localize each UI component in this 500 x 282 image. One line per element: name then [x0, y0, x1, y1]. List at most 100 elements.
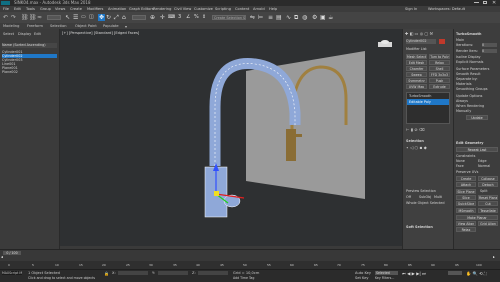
- reset-plane-button[interactable]: Reset Plane: [478, 195, 498, 200]
- preview-off-radio[interactable]: Off: [406, 195, 411, 199]
- select-and-move-icon[interactable]: ✥: [98, 14, 105, 21]
- place-icon[interactable]: ⌂: [122, 14, 129, 21]
- set-key-button[interactable]: Set Key: [355, 276, 369, 280]
- relax-geometry-button[interactable]: Relax: [456, 227, 476, 232]
- iterations-spinner[interactable]: 0: [482, 43, 497, 47]
- when-rendering-radio[interactable]: When Rendering: [456, 104, 484, 108]
- object-color-swatch[interactable]: [439, 39, 445, 44]
- selection-rollout-title[interactable]: Selection: [406, 139, 424, 143]
- render-production-icon[interactable]: ☕: [328, 14, 335, 21]
- z-coordinate-field[interactable]: [198, 271, 228, 275]
- select-by-name-icon[interactable]: ☰: [73, 14, 80, 21]
- sweep-button[interactable]: Sweep: [406, 72, 427, 77]
- spinner-snap-icon[interactable]: ⇕: [202, 14, 209, 21]
- cut-button[interactable]: Cut: [478, 201, 498, 206]
- percent-snap-icon[interactable]: %: [194, 14, 201, 21]
- snaps-toggle-icon[interactable]: 3: [178, 14, 185, 21]
- rendered-frame-window-icon[interactable]: ▣: [320, 14, 327, 21]
- manually-radio[interactable]: Manually: [456, 109, 471, 113]
- viewcube-top[interactable]: [381, 40, 389, 44]
- edit-mesh-button[interactable]: Edit Mesh: [406, 60, 427, 65]
- angle-snap-icon[interactable]: ∠: [186, 14, 193, 21]
- bind-spacewarp-icon[interactable]: ≈: [37, 14, 44, 21]
- constraint-face-radio[interactable]: Face: [456, 164, 464, 168]
- preserve-uvs-checkbox[interactable]: Preserve UVs: [456, 170, 478, 174]
- ribbon-expand-icon[interactable]: ▾: [125, 24, 129, 29]
- stack-tools-icons[interactable]: ⊢ ▮ ⊘ ⌫: [406, 127, 450, 132]
- uvw-map-button[interactable]: UVW Map: [406, 84, 427, 89]
- maximize-icon[interactable]: [483, 1, 487, 4]
- smoothing-groups-checkbox[interactable]: Smoothing Groups: [456, 87, 488, 91]
- x-coordinate-field[interactable]: [118, 271, 148, 275]
- select-and-scale-icon[interactable]: ⤢: [114, 14, 121, 21]
- reference-coordinate-dropdown[interactable]: [132, 15, 146, 20]
- make-planar-button[interactable]: Make Planar: [456, 215, 498, 220]
- keyboard-shortcut-override-icon[interactable]: ⌨: [168, 14, 175, 21]
- push-button[interactable]: Push: [429, 78, 450, 83]
- scene-tab-select[interactable]: Select: [3, 32, 14, 36]
- select-manipulate-icon[interactable]: ✛: [160, 14, 167, 21]
- quickslice-button[interactable]: QuickSlice: [456, 201, 476, 206]
- relax-button[interactable]: Relax: [429, 60, 450, 65]
- render-setup-icon[interactable]: ⚙: [312, 14, 319, 21]
- selection-filter-dropdown[interactable]: [47, 15, 61, 20]
- auto-key-button[interactable]: Auto Key: [355, 271, 371, 275]
- tessellate-button[interactable]: Tessellate: [478, 208, 498, 213]
- playback-controls[interactable]: ⏮ ◀ ▶ ▶| ⏭: [402, 271, 442, 276]
- select-object-icon[interactable]: ↖: [65, 14, 72, 21]
- app-icon[interactable]: [1, 1, 10, 5]
- preview-subobj-radio[interactable]: SubObj: [419, 195, 431, 199]
- select-and-rotate-icon[interactable]: ↻: [106, 14, 113, 21]
- scene-item[interactable]: Plane002: [2, 70, 57, 74]
- object-name-field[interactable]: Cylinder002: [406, 39, 436, 44]
- perspective-viewport[interactable]: [+] [Perspective] [Standard] [Edged Face…: [60, 29, 402, 246]
- materials-checkbox[interactable]: Materials: [456, 82, 472, 86]
- ribbon-toggle-icon[interactable]: ▤: [276, 14, 283, 21]
- collapse-button[interactable]: Collapse: [478, 176, 498, 181]
- minimize-icon[interactable]: [474, 2, 479, 3]
- soft-selection-rollout[interactable]: Soft Selection: [406, 225, 433, 229]
- constraint-edge-radio[interactable]: Edge: [478, 159, 487, 163]
- mirror-icon[interactable]: ⇋: [250, 14, 257, 21]
- slice-plane-button[interactable]: Slice Plane: [456, 189, 476, 194]
- track-bar[interactable]: 0 5 10 15 20 25 30 35 40 45 50 55 60 65 …: [0, 261, 500, 269]
- stack-item-editable-poly[interactable]: Editable Poly: [407, 99, 449, 105]
- attach-button[interactable]: Attach: [456, 182, 476, 187]
- undo-icon[interactable]: ↶: [3, 14, 10, 21]
- key-mode-dropdown[interactable]: Selected: [375, 271, 398, 275]
- timeline-prev-icon[interactable]: ◂: [1, 255, 3, 259]
- align-icon[interactable]: ⊨: [258, 14, 265, 21]
- render-iters-spinner[interactable]: 0: [482, 49, 497, 53]
- always-radio[interactable]: Always: [456, 99, 468, 103]
- shell-button[interactable]: Shell: [429, 66, 450, 71]
- key-filters-button[interactable]: Key Filters...: [375, 276, 394, 280]
- turn-to-poly-button[interactable]: Turn to Poly: [429, 54, 450, 59]
- edit-geometry-rollout[interactable]: Edit Geometry: [456, 141, 483, 145]
- pivot-center-icon[interactable]: ⊕: [150, 14, 157, 21]
- viewport-canvas[interactable]: [60, 29, 402, 246]
- preview-multi-radio[interactable]: Multi: [434, 195, 442, 199]
- rectangular-selection-icon[interactable]: ▭: [81, 14, 88, 21]
- constraint-normal-radio[interactable]: Normal: [478, 164, 490, 168]
- redo-icon[interactable]: ↷: [11, 14, 18, 21]
- scene-tab-edit[interactable]: Edit: [34, 32, 41, 36]
- maxscript-listener[interactable]: MAXScript Mi: [2, 271, 22, 275]
- gizmo-plane-handle[interactable]: [214, 191, 219, 196]
- layer-explorer-icon[interactable]: ≡: [268, 14, 275, 21]
- slice-button[interactable]: Slice: [456, 195, 476, 200]
- scene-column-header[interactable]: Name (Sorted Ascending): [2, 43, 57, 48]
- turbosmooth-title[interactable]: TurboSmooth: [456, 32, 481, 36]
- modifier-list-dropdown[interactable]: Modifier List: [406, 47, 427, 51]
- isoline-display-checkbox[interactable]: Isoline Display: [456, 55, 481, 59]
- detach-button[interactable]: Detach: [478, 182, 498, 187]
- msmooth-button[interactable]: MSmooth: [456, 208, 476, 213]
- command-panel-tabs[interactable]: ✚ ◧ ▭ ◎ ▢ ⚒: [405, 31, 451, 36]
- viewport-navigation-icons[interactable]: ✋ 🔍 ⟲ ⛶: [466, 271, 496, 276]
- add-time-tag[interactable]: Add Time Tag: [233, 276, 254, 280]
- chamfer-button[interactable]: Chamfer: [406, 66, 427, 71]
- symmetry-button[interactable]: Symmetry: [406, 78, 427, 83]
- current-frame-field[interactable]: [448, 271, 462, 275]
- curve-editor-icon[interactable]: ∿: [286, 14, 293, 21]
- explicit-normals-checkbox[interactable]: Explicit Normals: [456, 60, 483, 64]
- window-crossing-icon[interactable]: ◫: [89, 14, 96, 21]
